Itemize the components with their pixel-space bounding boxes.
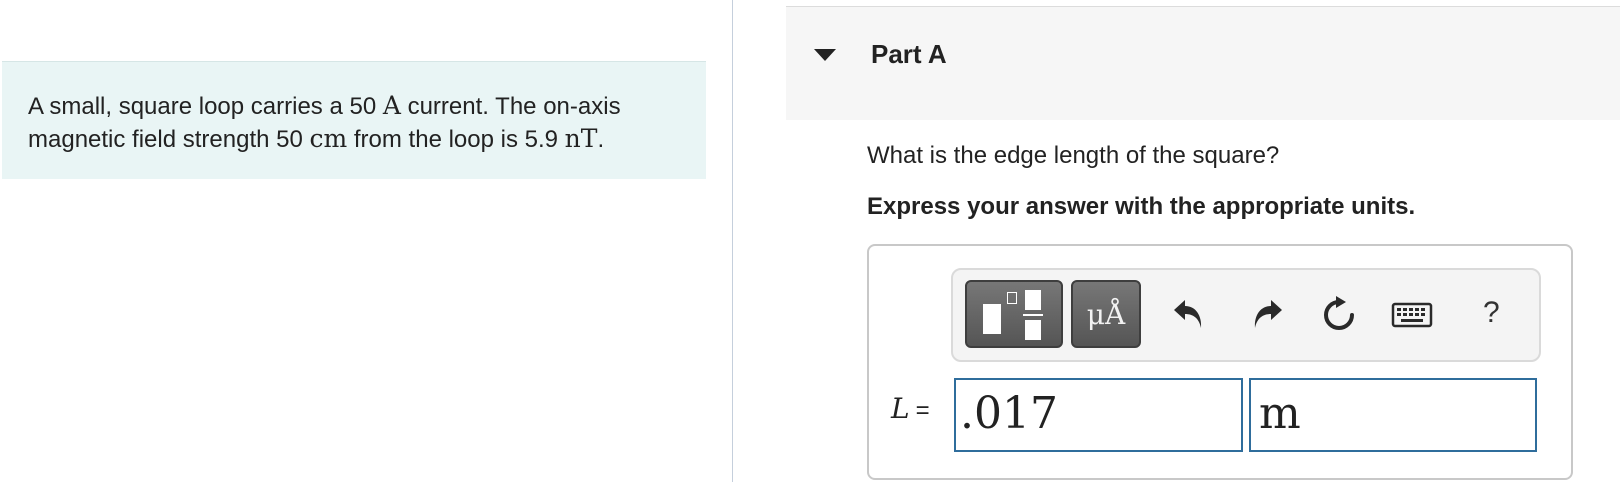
distance-unit: cm [309,124,348,153]
equals-sign: = [915,397,930,424]
problem-text-4: . [597,126,605,153]
part-title: Part A [871,39,947,69]
problem-statement: A small, square loop carries a 50 A curr… [2,61,706,179]
keyboard-icon[interactable] [1391,294,1433,334]
current-unit: A [382,91,401,120]
answer-unit-input[interactable]: m [1249,378,1537,452]
panel-divider [732,0,733,482]
variable-name: L [891,392,910,425]
collapse-caret-icon[interactable] [814,49,836,61]
question-text: What is the edge length of the square? [867,142,1280,169]
problem-text-1: A small, square loop carries a 50 [28,93,383,120]
help-button[interactable]: ? [1483,296,1500,330]
answer-box: μÅ ? L = .017 m [867,244,1573,480]
answer-value-input[interactable]: .017 [954,378,1243,452]
instruction-text: Express your answer with the appropriate… [867,193,1416,220]
redo-icon[interactable] [1249,294,1285,334]
part-header[interactable]: Part A [786,6,1620,120]
symbols-button[interactable]: μÅ [1071,280,1141,348]
problem-text-3: from the loop is 5.9 [347,126,565,153]
math-toolbar: μÅ ? [951,268,1541,362]
reset-icon[interactable] [1319,294,1355,334]
symbols-label: μÅ [1086,297,1126,331]
templates-button[interactable] [965,280,1063,348]
answer-variable-label: L = [891,392,930,425]
field-unit: nT [564,124,598,153]
undo-icon[interactable] [1171,294,1207,334]
